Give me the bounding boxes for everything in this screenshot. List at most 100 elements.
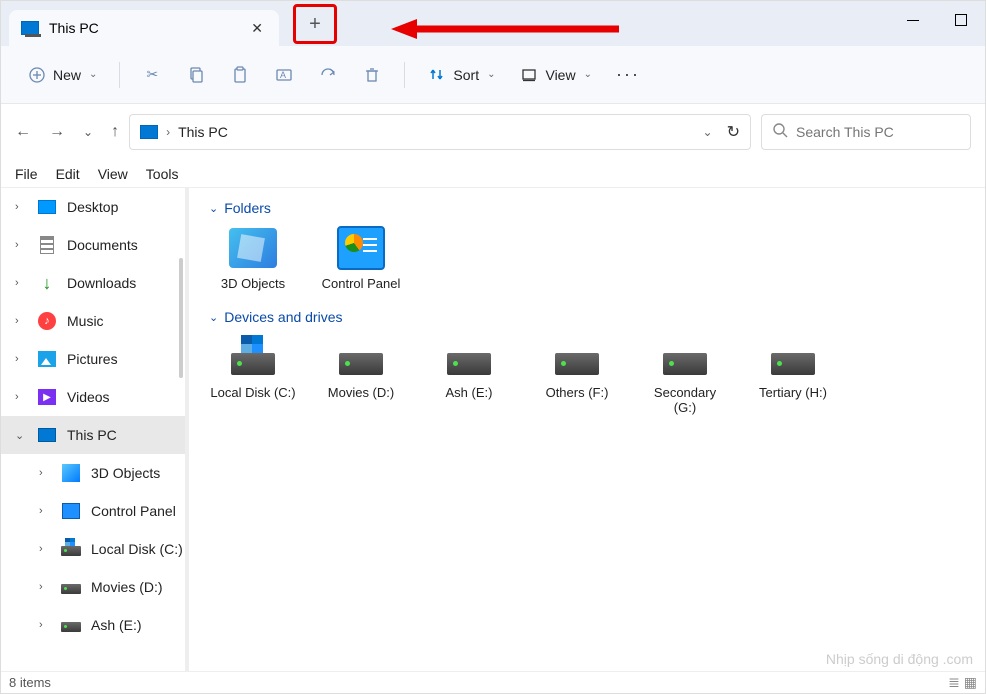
- recent-button[interactable]: ⌄: [83, 125, 93, 139]
- minimize-button[interactable]: [889, 1, 937, 39]
- scrollbar[interactable]: [179, 258, 183, 378]
- menu-tools[interactable]: Tools: [146, 166, 179, 182]
- drives-section-header[interactable]: ⌄ Devices and drives: [209, 309, 965, 325]
- sidebar-item-label: Desktop: [67, 199, 118, 215]
- rename-button[interactable]: A: [264, 59, 304, 91]
- chevron-down-icon: ⌄: [487, 69, 495, 80]
- cut-button[interactable]: ✂: [132, 59, 172, 91]
- breadcrumb-separator: ›: [166, 125, 170, 139]
- drive-icon: [229, 335, 277, 379]
- cpanel-big-icon: [337, 226, 385, 270]
- command-toolbar: New ⌄ ✂ A Sort ⌄ View ⌄ ···: [1, 46, 985, 104]
- folder-item-3d-objects[interactable]: 3D Objects: [209, 226, 297, 291]
- drive-item-secondary-g-[interactable]: Secondary (G:): [641, 335, 729, 415]
- down-icon: ↓: [37, 274, 57, 292]
- drive-icon: [769, 335, 817, 379]
- sidebar-item-desktop[interactable]: › Desktop: [1, 188, 189, 226]
- sidebar-item-pictures[interactable]: ›Pictures: [1, 340, 189, 378]
- separator: [404, 62, 405, 88]
- chevron-icon: ›: [15, 201, 27, 213]
- forward-button[interactable]: →: [49, 123, 65, 141]
- paste-button[interactable]: [220, 59, 260, 91]
- sidebar-item-label: Local Disk (C:): [91, 541, 183, 557]
- sidebar-item-label: Movies (D:): [91, 579, 163, 595]
- menu-edit[interactable]: Edit: [56, 166, 80, 182]
- item-label: Control Panel: [322, 276, 401, 291]
- drive-icon: [553, 335, 601, 379]
- sidebar-item-movies-d-[interactable]: › Movies (D:): [1, 568, 189, 606]
- sidebar-item-music[interactable]: ›♪Music: [1, 302, 189, 340]
- folder-item-control-panel[interactable]: Control Panel: [317, 226, 405, 291]
- sort-button[interactable]: Sort ⌄: [417, 59, 505, 91]
- chevron-icon: ›: [39, 543, 51, 555]
- delete-button[interactable]: [352, 59, 392, 91]
- rename-icon: A: [274, 65, 294, 85]
- sort-icon: [427, 65, 447, 85]
- view-mode-toggle[interactable]: ≣ ▦: [948, 674, 977, 691]
- menu-view[interactable]: View: [98, 166, 128, 182]
- address-history-button[interactable]: ⌄: [703, 125, 713, 139]
- tab-close-button[interactable]: ✕: [247, 16, 267, 41]
- navigation-row: ← → ⌄ ↑ › This PC ⌄ ↻: [1, 104, 985, 160]
- sidebar-item-videos[interactable]: ›▶Videos: [1, 378, 189, 416]
- doc-icon: [37, 236, 57, 254]
- more-button[interactable]: ···: [606, 58, 650, 91]
- sidebar-item-downloads[interactable]: › ↓ Downloads: [1, 264, 189, 302]
- sidebar-item-label: 3D Objects: [91, 465, 160, 481]
- sidebar-item-label: Downloads: [67, 275, 136, 291]
- chevron-down-icon: ⌄: [89, 69, 97, 80]
- desktop-icon: [37, 198, 57, 216]
- item-label: Others (F:): [546, 385, 609, 400]
- pane-divider[interactable]: [185, 188, 189, 673]
- drive-item-ash-e-[interactable]: Ash (E:): [425, 335, 513, 415]
- sidebar-item-this-pc[interactable]: ⌄ This PC: [1, 416, 189, 454]
- chevron-icon: ›: [15, 277, 27, 289]
- trash-icon: [362, 65, 382, 85]
- chevron-icon: ⌄: [15, 429, 27, 442]
- sidebar-item-control-panel[interactable]: ›Control Panel: [1, 492, 189, 530]
- sidebar-item-ash-e-[interactable]: ›Ash (E:): [1, 606, 189, 644]
- tab-this-pc[interactable]: This PC ✕: [9, 10, 279, 46]
- navigation-pane: › Desktop ›Documents › ↓ Downloads ›♪Music›Pic…: [1, 188, 189, 673]
- body: › Desktop ›Documents › ↓ Downloads ›♪Music›Pic…: [1, 188, 985, 673]
- chevron-icon: ›: [39, 467, 51, 479]
- sidebar-item-local-disk-c-[interactable]: › Local Disk (C:): [1, 530, 189, 568]
- refresh-button[interactable]: ↻: [727, 122, 740, 142]
- copy-icon: [186, 65, 206, 85]
- sidebar-item-label: This PC: [67, 427, 117, 443]
- back-button[interactable]: ←: [15, 123, 31, 141]
- drive-item-local-disk-c-[interactable]: Local Disk (C:): [209, 335, 297, 415]
- new-plus-icon: [27, 65, 47, 85]
- drive-item-movies-d-[interactable]: Movies (D:): [317, 335, 405, 415]
- maximize-button[interactable]: [937, 1, 985, 39]
- sidebar-item-documents[interactable]: ›Documents: [1, 226, 189, 264]
- menu-file[interactable]: File: [15, 166, 38, 182]
- annotation-arrow: [391, 19, 621, 39]
- folders-section-header[interactable]: ⌄ Folders: [209, 200, 965, 216]
- share-icon: [318, 65, 338, 85]
- new-tab-button[interactable]: +: [309, 13, 321, 36]
- chevron-icon: ›: [39, 581, 51, 593]
- breadcrumb-item[interactable]: This PC: [178, 124, 694, 140]
- new-tab-highlight: +: [293, 4, 337, 44]
- search-input[interactable]: [796, 124, 960, 140]
- item-label: Tertiary (H:): [759, 385, 827, 400]
- copy-button[interactable]: [176, 59, 216, 91]
- tab-title: This PC: [49, 20, 99, 36]
- drive-item-others-f-[interactable]: Others (F:): [533, 335, 621, 415]
- item-label: Secondary (G:): [641, 385, 729, 415]
- chevron-icon: ›: [15, 315, 27, 327]
- share-button[interactable]: [308, 59, 348, 91]
- chevron-down-icon: ⌄: [209, 202, 218, 215]
- search-box[interactable]: [761, 114, 971, 150]
- chevron-down-icon: ⌄: [584, 69, 592, 80]
- view-button[interactable]: View ⌄: [509, 59, 601, 91]
- up-button[interactable]: ↑: [111, 123, 119, 141]
- vid-icon: ▶: [37, 388, 57, 406]
- drive-icon: [661, 335, 709, 379]
- drive-item-tertiary-h-[interactable]: Tertiary (H:): [749, 335, 837, 415]
- new-button[interactable]: New ⌄: [17, 59, 107, 91]
- drive-icon: [445, 335, 493, 379]
- sidebar-item-3d-objects[interactable]: › 3D Objects: [1, 454, 189, 492]
- address-bar[interactable]: › This PC ⌄ ↻: [129, 114, 751, 150]
